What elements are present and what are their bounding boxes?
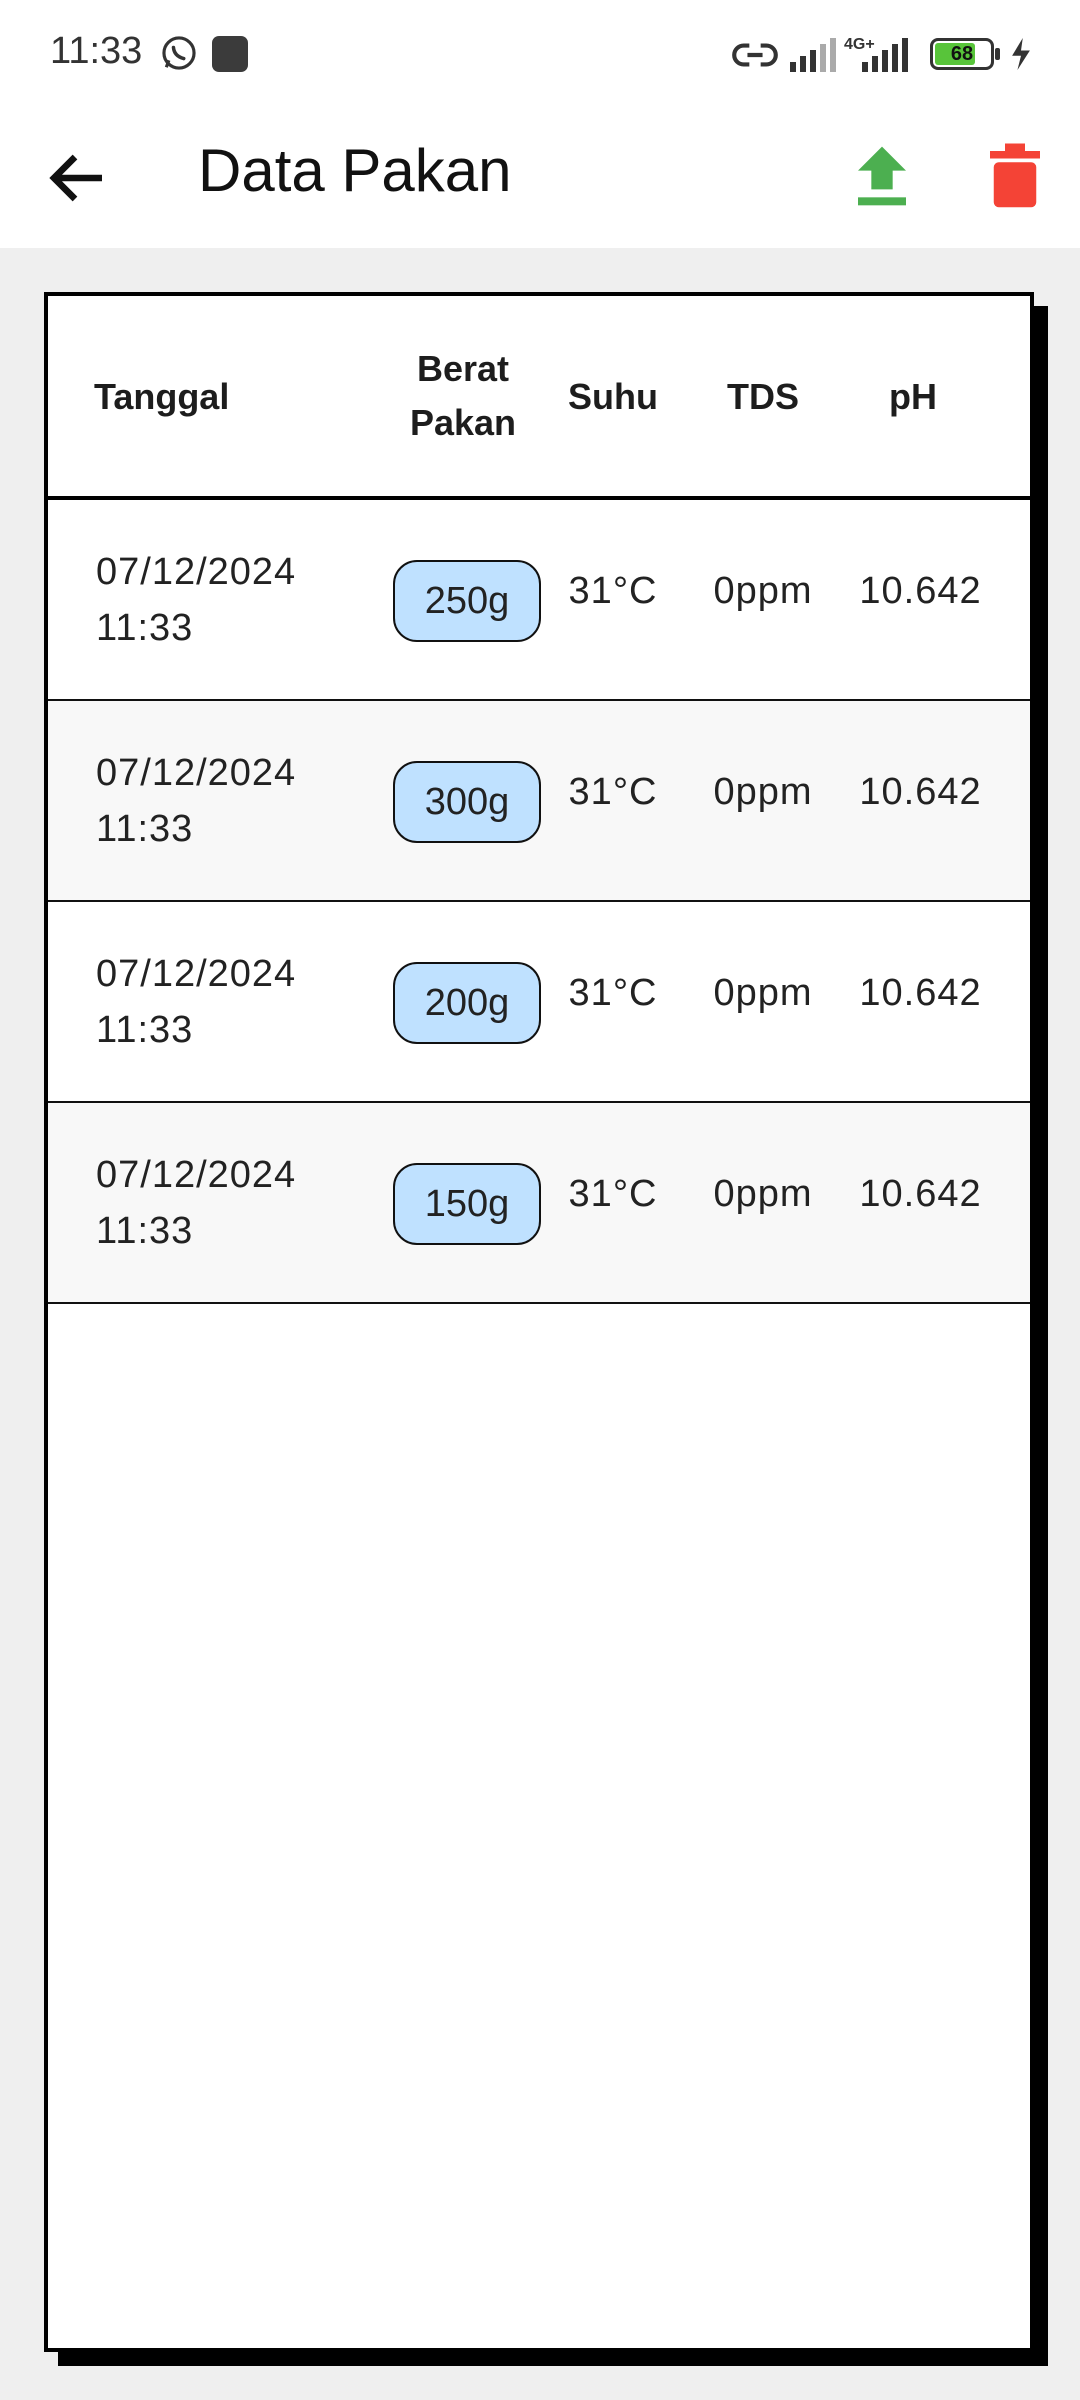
signal-icon: [790, 38, 836, 72]
app-notification-icon: [212, 36, 248, 72]
row-tds: 0ppm: [713, 771, 813, 813]
weight-chip: 250g: [393, 560, 541, 642]
table-header: Tanggal Berat Pakan Suhu TDS pH: [48, 296, 1030, 500]
page-title: Data Pakan: [198, 137, 512, 204]
row-time-value: 11:33: [96, 1210, 194, 1252]
status-time: 11:33: [50, 30, 143, 72]
weight-chip: 200g: [393, 962, 541, 1044]
row-date-value: 07/12/2024: [96, 551, 297, 593]
row-date: 07/12/2024 11:33: [96, 745, 296, 857]
table-row[interactable]: 07/12/2024 11:33 150g 31°C 0ppm 10.642: [48, 1103, 1030, 1304]
row-ph: 10.642: [859, 1173, 982, 1215]
weight-chip: 150g: [393, 1163, 541, 1245]
row-ph: 10.642: [859, 972, 982, 1014]
header-date: Tanggal: [94, 376, 230, 417]
row-date-value: 07/12/2024: [96, 1154, 297, 1196]
header-weight-line1: Berat: [416, 348, 510, 389]
header-ph: pH: [889, 376, 937, 417]
header-tds: TDS: [727, 376, 799, 417]
battery-icon: 68: [930, 38, 994, 70]
row-temp: 31°C: [568, 771, 658, 813]
row-tds: 0ppm: [713, 972, 813, 1014]
whatsapp-icon: [162, 36, 196, 70]
trash-icon[interactable]: [985, 140, 1045, 212]
battery-level: 68: [950, 43, 974, 65]
row-time-value: 11:33: [96, 607, 194, 649]
row-tds: 0ppm: [713, 570, 813, 612]
row-time-value: 11:33: [96, 808, 194, 850]
back-arrow-icon[interactable]: [42, 142, 114, 214]
row-ph: 10.642: [859, 570, 982, 612]
upload-icon[interactable]: [850, 140, 914, 212]
table-row[interactable]: 07/12/2024 11:33 300g 31°C 0ppm 10.642: [48, 701, 1030, 902]
row-date: 07/12/2024 11:33: [96, 946, 296, 1058]
link-icon: [732, 43, 778, 67]
row-temp: 31°C: [568, 972, 658, 1014]
row-date: 07/12/2024 11:33: [96, 1147, 296, 1259]
row-date: 07/12/2024 11:33: [96, 544, 296, 656]
row-time-value: 11:33: [96, 1009, 194, 1051]
table-row[interactable]: 07/12/2024 11:33 250g 31°C 0ppm 10.642: [48, 500, 1030, 701]
charging-icon: [1012, 38, 1030, 70]
signal-icon-2: [862, 38, 908, 72]
battery-tip: [995, 48, 1000, 60]
row-temp: 31°C: [568, 1173, 658, 1215]
app-bar: Data Pakan: [0, 108, 1080, 248]
table-row[interactable]: 07/12/2024 11:33 200g 31°C 0ppm 10.642: [48, 902, 1030, 1103]
row-temp: 31°C: [568, 570, 658, 612]
header-weight: Berat Pakan: [378, 342, 548, 450]
row-date-value: 07/12/2024: [96, 752, 297, 794]
header-temp: Suhu: [568, 376, 658, 417]
status-bar: 11:33 4G+ 68: [0, 0, 1080, 108]
status-indicators: 4G+ 68: [660, 28, 1080, 78]
header-weight-line2: Pakan: [409, 402, 517, 443]
row-ph: 10.642: [859, 771, 982, 813]
row-date-value: 07/12/2024: [96, 953, 297, 995]
row-tds: 0ppm: [713, 1173, 813, 1215]
data-table: Tanggal Berat Pakan Suhu TDS pH 07/12/20…: [44, 292, 1034, 2352]
weight-chip: 300g: [393, 761, 541, 843]
